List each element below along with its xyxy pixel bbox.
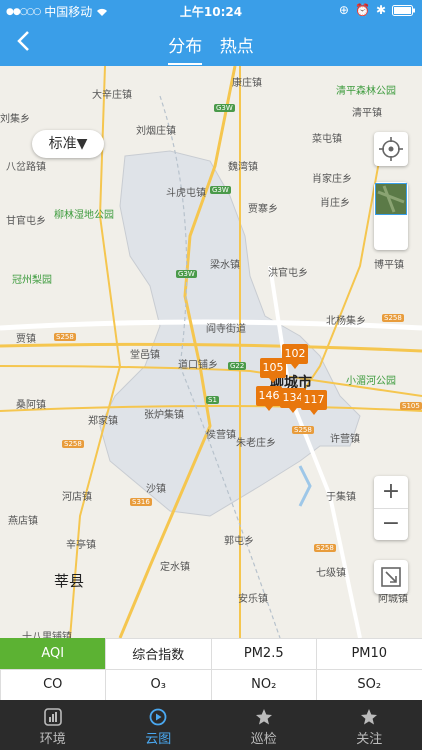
- fullscreen-button[interactable]: [374, 560, 408, 594]
- road-shield: S105: [400, 402, 422, 410]
- nav-item-favorites[interactable]: 关注: [317, 700, 422, 750]
- nav-label: 云图: [145, 732, 172, 747]
- rotation-lock-icon: ⊕: [338, 3, 349, 17]
- metric-o3[interactable]: O₃: [105, 668, 212, 701]
- road-shield: G3W: [176, 270, 197, 278]
- zoom-out-button[interactable]: −: [374, 509, 408, 540]
- status-bar: ●●○○○ 中国移动 上午10:24 ⊕ ⏰ ✱: [0, 0, 422, 22]
- map-place-label: 贾寨乡: [248, 204, 278, 215]
- bluetooth-icon: ✱: [375, 3, 386, 17]
- map-place-label: 梁水镇: [210, 260, 240, 271]
- nav-item-environment[interactable]: 环境: [0, 700, 106, 750]
- nav-item-inspection[interactable]: 巡检: [211, 700, 317, 750]
- nav-label: 环境: [39, 732, 66, 747]
- metric-so2[interactable]: SO₂: [316, 668, 422, 701]
- map-place-label: 洪官屯乡: [268, 268, 308, 279]
- road-shield: G3W: [210, 186, 231, 194]
- nav-item-cloud-map[interactable]: 云图: [106, 700, 212, 750]
- map-place-label: 辛亭镇: [66, 540, 96, 551]
- road-shield: S258: [382, 314, 404, 322]
- environment-icon: [43, 708, 62, 726]
- map-place-label: 沙镇: [146, 484, 166, 495]
- metric-aqi[interactable]: AQI: [0, 637, 106, 670]
- metric-co[interactable]: CO: [0, 668, 106, 701]
- map-place-label: 定水镇: [160, 562, 190, 573]
- map-place-label: 安乐镇: [238, 594, 268, 605]
- nav-label: 巡检: [250, 732, 277, 747]
- map-place-label: 燕店镇: [8, 516, 38, 527]
- map-place-label: 冠州梨园: [12, 275, 52, 286]
- road-shield: G3W: [214, 104, 235, 112]
- map-place-label: 清平森林公园: [336, 86, 396, 97]
- locate-button[interactable]: [374, 132, 408, 166]
- map-place-label: 清平镇: [352, 108, 382, 119]
- cloud-map-icon: [149, 708, 167, 726]
- star-icon: [255, 709, 272, 725]
- map-place-label: 北杨集乡: [326, 316, 366, 327]
- map-view[interactable]: 大辛庄镇 康庄镇 清平森林公园 刘集乡 刘烟庄镇 清平镇 八岔路镇 菜屯镇 魏湾…: [0, 66, 422, 638]
- metric-no2[interactable]: NO₂: [210, 668, 317, 701]
- road-shield: S1: [206, 396, 219, 404]
- map-place-label: 斗虎屯镇: [166, 188, 206, 199]
- map-place-label: 八岔路镇: [6, 162, 46, 173]
- map-style-button[interactable]: 标准▼: [32, 130, 104, 158]
- zoom-controls: + −: [374, 476, 408, 540]
- map-place-label: 柳林湿地公园: [54, 210, 114, 221]
- road-shield: S258: [314, 544, 336, 552]
- battery-icon: [392, 4, 415, 16]
- map-place-label: 郭屯乡: [224, 536, 254, 547]
- map-place-label: 魏湾镇: [228, 162, 258, 173]
- road-shield: S316: [130, 498, 152, 506]
- aqi-marker[interactable]: 146: [256, 386, 282, 411]
- map-place-label: 郑家镇: [88, 416, 118, 427]
- bottom-nav: 环境 云图 巡检 关注: [0, 700, 422, 750]
- map-place-label: 康庄镇: [232, 78, 262, 89]
- map-place-label: 十八里铺镇: [22, 632, 72, 638]
- map-place-label: 河店镇: [62, 492, 92, 503]
- aqi-marker[interactable]: 105: [260, 358, 286, 383]
- map-place-label: 莘县: [54, 572, 85, 590]
- map-place-label: 许营镇: [330, 434, 360, 445]
- map-place-label: 博平镇: [374, 260, 404, 271]
- map-place-label: 菜屯镇: [312, 134, 342, 145]
- metric-selector: AQI 综合指数 PM2.5 PM10 CO O₃ NO₂ SO₂: [0, 637, 422, 701]
- tab-hotspot[interactable]: 热点: [220, 32, 254, 63]
- map-place-label: 阎寺街道: [206, 324, 246, 335]
- map-place-label: 侯营镇: [206, 430, 236, 441]
- map-place-label: 堂邑镇: [130, 350, 160, 361]
- crosshair-icon: [379, 137, 403, 161]
- metric-pm25[interactable]: PM2.5: [210, 637, 317, 670]
- map-place-label: 七级镇: [316, 568, 346, 579]
- map-place-label: 朱老庄乡: [236, 438, 276, 449]
- road-shield: S258: [54, 333, 76, 341]
- road-shield: S258: [292, 426, 314, 434]
- map-place-label: 贾镇: [16, 334, 36, 345]
- road-shield: S258: [62, 440, 84, 448]
- star-icon: [361, 709, 378, 725]
- satellite-layer-thumbnail-icon: [376, 184, 406, 214]
- alarm-icon: ⏰: [354, 3, 370, 17]
- map-place-label: 小湄河公园: [346, 376, 396, 387]
- map-place-label: 肖家庄乡: [312, 174, 352, 185]
- aqi-marker[interactable]: 117: [301, 390, 327, 415]
- expand-icon: [381, 567, 401, 587]
- map-place-label: 刘集乡: [0, 114, 30, 125]
- map-place-label: 大辛庄镇: [92, 90, 132, 101]
- map-place-label: 桑阿镇: [16, 400, 46, 411]
- map-place-label: 肖庄乡: [320, 198, 350, 209]
- map-place-label: 刘烟庄镇: [136, 126, 176, 137]
- map-place-label: 张炉集镇: [144, 410, 184, 421]
- nav-bar: 分布 热点: [0, 22, 422, 66]
- map-place-label: 于集镇: [326, 492, 356, 503]
- map-place-label: 道口铺乡: [178, 360, 218, 371]
- map-layer-switcher[interactable]: [374, 182, 408, 250]
- metric-pm10[interactable]: PM10: [316, 637, 422, 670]
- tab-distribution[interactable]: 分布: [168, 32, 203, 65]
- metric-composite-index[interactable]: 综合指数: [105, 637, 212, 670]
- zoom-in-button[interactable]: +: [374, 476, 408, 509]
- nav-label: 关注: [356, 732, 383, 747]
- road-shield: G22: [228, 362, 247, 370]
- map-place-label: 甘官屯乡: [6, 216, 46, 227]
